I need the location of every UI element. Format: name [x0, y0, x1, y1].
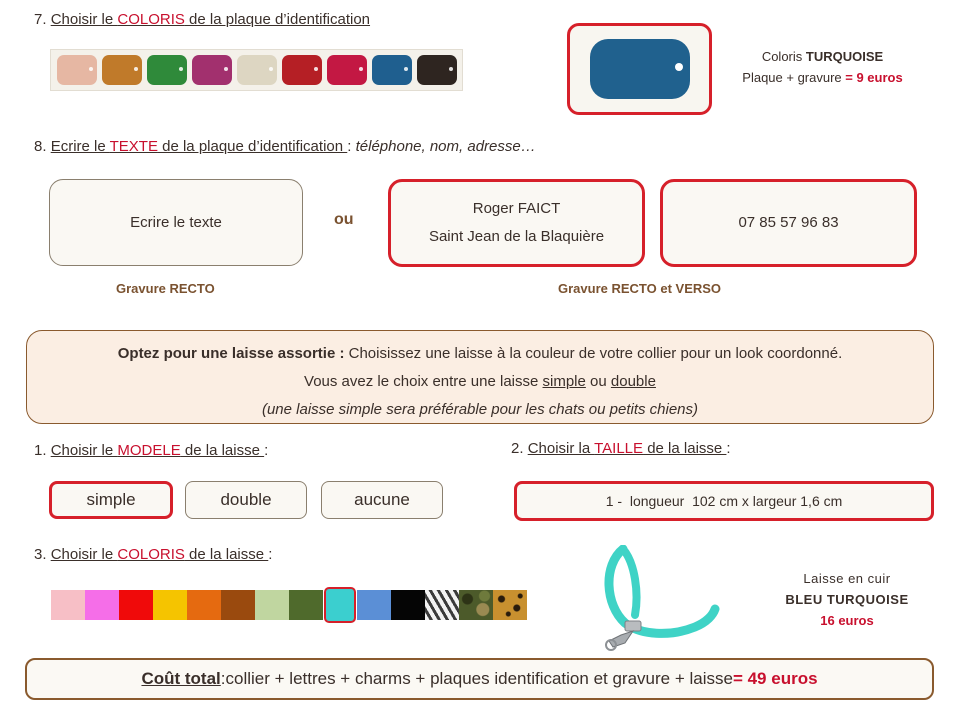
plate-swatch-noir[interactable] [416, 55, 457, 85]
model-simple-button[interactable]: simple [49, 481, 173, 519]
recto-text-input[interactable]: Ecrire le texte [49, 179, 303, 266]
verso-text-filled[interactable]: 07 85 57 96 83 [660, 179, 917, 267]
total-cost-bar: Coût total : collier + lettres + charms … [25, 658, 934, 700]
leash-offer-banner: Optez pour une laisse assortie : Choisis… [26, 330, 934, 424]
leash-illustration [604, 544, 720, 651]
plate-swatch-beige[interactable] [236, 55, 277, 85]
leash-info: Laisse en cuir BLEU TURQUOISE 16 euros [785, 571, 909, 628]
plate-swatch-caramel[interactable] [101, 55, 142, 85]
caption-recto-verso: Gravure RECTO et VERSO [558, 281, 722, 296]
plate-swatch-rose[interactable] [56, 55, 97, 85]
plate-color-info: Coloris TURQUOISE Plaque + gravure = 9 e… [742, 49, 903, 85]
leash-model-heading: 1. Choisir le MODELE de la laisse : [34, 442, 269, 459]
plate-swatch-framboise[interactable] [326, 55, 367, 85]
leash-size-heading: 2. Choisir la TAILLE de la laisse : [511, 440, 731, 457]
plate-color-heading: 7. Choisir le COLORIS de la plaque d’ide… [34, 11, 371, 28]
plate-swatch-vert[interactable] [146, 55, 187, 85]
plate-preview [567, 23, 712, 115]
leash-swatch-vert-olive[interactable] [289, 590, 323, 620]
leash-swatch-rose-pale[interactable] [51, 590, 85, 620]
leash-swatch-marron[interactable] [221, 590, 255, 620]
leash-size-select[interactable]: 1 - longueur 102 cm x largeur 1,6 cm [514, 481, 934, 521]
leash-color-swatches [51, 587, 527, 623]
plate-hole [674, 63, 683, 71]
plate-color-swatches [50, 49, 463, 91]
leash-swatch-camouflage[interactable] [459, 590, 493, 620]
leash-swatch-bleu[interactable] [357, 590, 391, 620]
plate-swatch-turquoise[interactable] [371, 55, 412, 85]
leash-swatch-jaune[interactable] [153, 590, 187, 620]
plate-shape-image [589, 39, 690, 99]
leash-swatch-zebre[interactable] [425, 590, 459, 620]
plate-text-heading: 8. Ecrire le TEXTE de la plaque d’identi… [34, 138, 536, 155]
leash-swatch-turquoise[interactable] [324, 587, 356, 623]
leash-swatch-leopard[interactable] [493, 590, 527, 620]
model-none-button[interactable]: aucune [321, 481, 443, 519]
leash-color-heading: 3. Choisir le COLORIS de la laisse : [34, 546, 273, 563]
plate-swatch-fuchsia[interactable] [191, 55, 232, 85]
leash-swatch-noir[interactable] [391, 590, 425, 620]
model-double-button[interactable]: double [185, 481, 307, 519]
caption-recto: Gravure RECTO [116, 281, 215, 296]
or-label: ou [334, 211, 354, 228]
recto-text-filled[interactable]: Roger FAICT Saint Jean de la Blaquière [388, 179, 645, 267]
leash-swatch-rouge[interactable] [119, 590, 153, 620]
leash-swatch-orange[interactable] [187, 590, 221, 620]
leash-swatch-rose-vif[interactable] [85, 590, 119, 620]
leash-image [595, 544, 725, 655]
leash-swatch-vert-clair[interactable] [255, 590, 289, 620]
plate-swatch-rouge[interactable] [281, 55, 322, 85]
